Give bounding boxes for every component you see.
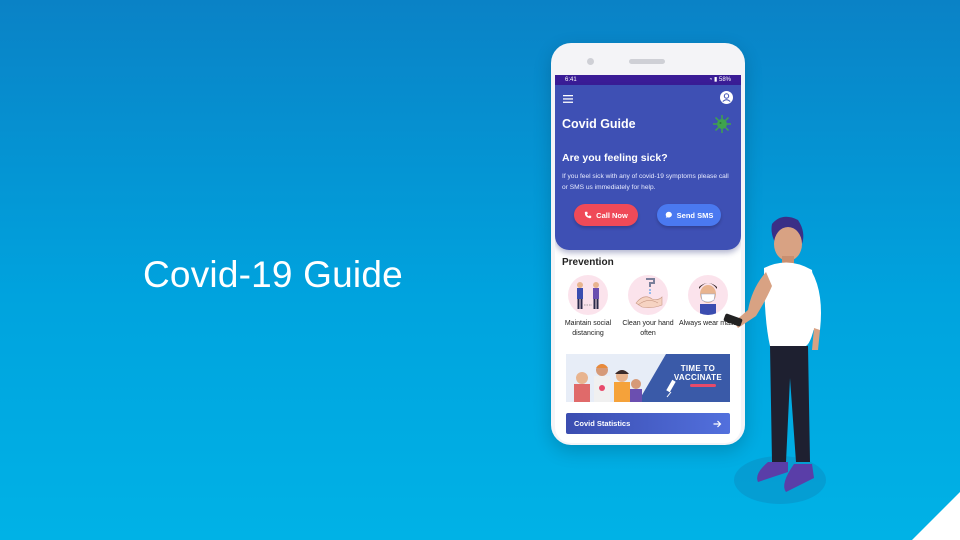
help-description: If you feel sick with any of covid-19 sy… xyxy=(562,173,729,191)
feeling-sick-question: Are you feeling sick? xyxy=(562,152,668,164)
banner-text: TIME TO VACCINATE xyxy=(674,364,722,382)
phone-camera xyxy=(587,58,594,65)
prevention-label: Clean your hand often xyxy=(622,320,674,337)
call-now-button[interactable]: Call Now xyxy=(574,204,638,226)
phone-icon xyxy=(584,211,592,219)
profile-icon[interactable] xyxy=(720,91,733,104)
prevention-item-handwashing[interactable]: Clean your hand often xyxy=(619,275,677,338)
covid-statistics-label: Covid Statistics xyxy=(574,419,631,428)
hero-card: Covid Guide Are you feeling sick? If you… xyxy=(555,85,741,250)
person-illustration xyxy=(723,216,826,504)
slide-title: Covid-19 Guide xyxy=(143,254,403,295)
app-screen: 6:41 ◔ ▮ 58% Covid Guide Are you feeling… xyxy=(555,75,741,443)
hand-washing-icon xyxy=(628,275,668,315)
banner-tag xyxy=(690,384,716,387)
family-illustration xyxy=(574,364,642,402)
signal-icon: ▮ xyxy=(714,77,718,83)
hamburger-menu-icon[interactable] xyxy=(563,95,573,103)
prevention-item-distancing[interactable]: Maintain social distancing xyxy=(559,275,617,338)
send-sms-label: Send SMS xyxy=(676,210,714,220)
banner-line-1: TIME TO xyxy=(680,364,716,373)
call-now-label: Call Now xyxy=(596,210,628,220)
banner-line-2: VACCINATE xyxy=(673,373,722,382)
covid-statistics-button[interactable]: Covid Statistics xyxy=(566,413,730,434)
virus-icon xyxy=(713,115,731,133)
vaccination-banner[interactable]: TIME TO VACCINATE xyxy=(566,354,730,402)
wifi-icon: ◔ xyxy=(708,77,713,83)
send-sms-button[interactable]: Send SMS xyxy=(657,204,721,226)
prevention-title: Prevention xyxy=(562,257,614,268)
status-icons: ◔ ▮ 58% xyxy=(709,75,731,85)
status-time: 6:41 xyxy=(565,77,577,83)
phone-speaker xyxy=(629,59,665,64)
app-title: Covid Guide xyxy=(562,117,636,131)
corner-accent xyxy=(912,492,960,540)
chat-bubble-icon xyxy=(665,211,672,219)
battery-level: 58% xyxy=(718,77,731,83)
prevention-label: Maintain social distancing xyxy=(564,320,612,337)
status-bar: 6:41 ◔ ▮ 58% xyxy=(555,75,741,85)
social-distancing-icon xyxy=(568,275,608,315)
